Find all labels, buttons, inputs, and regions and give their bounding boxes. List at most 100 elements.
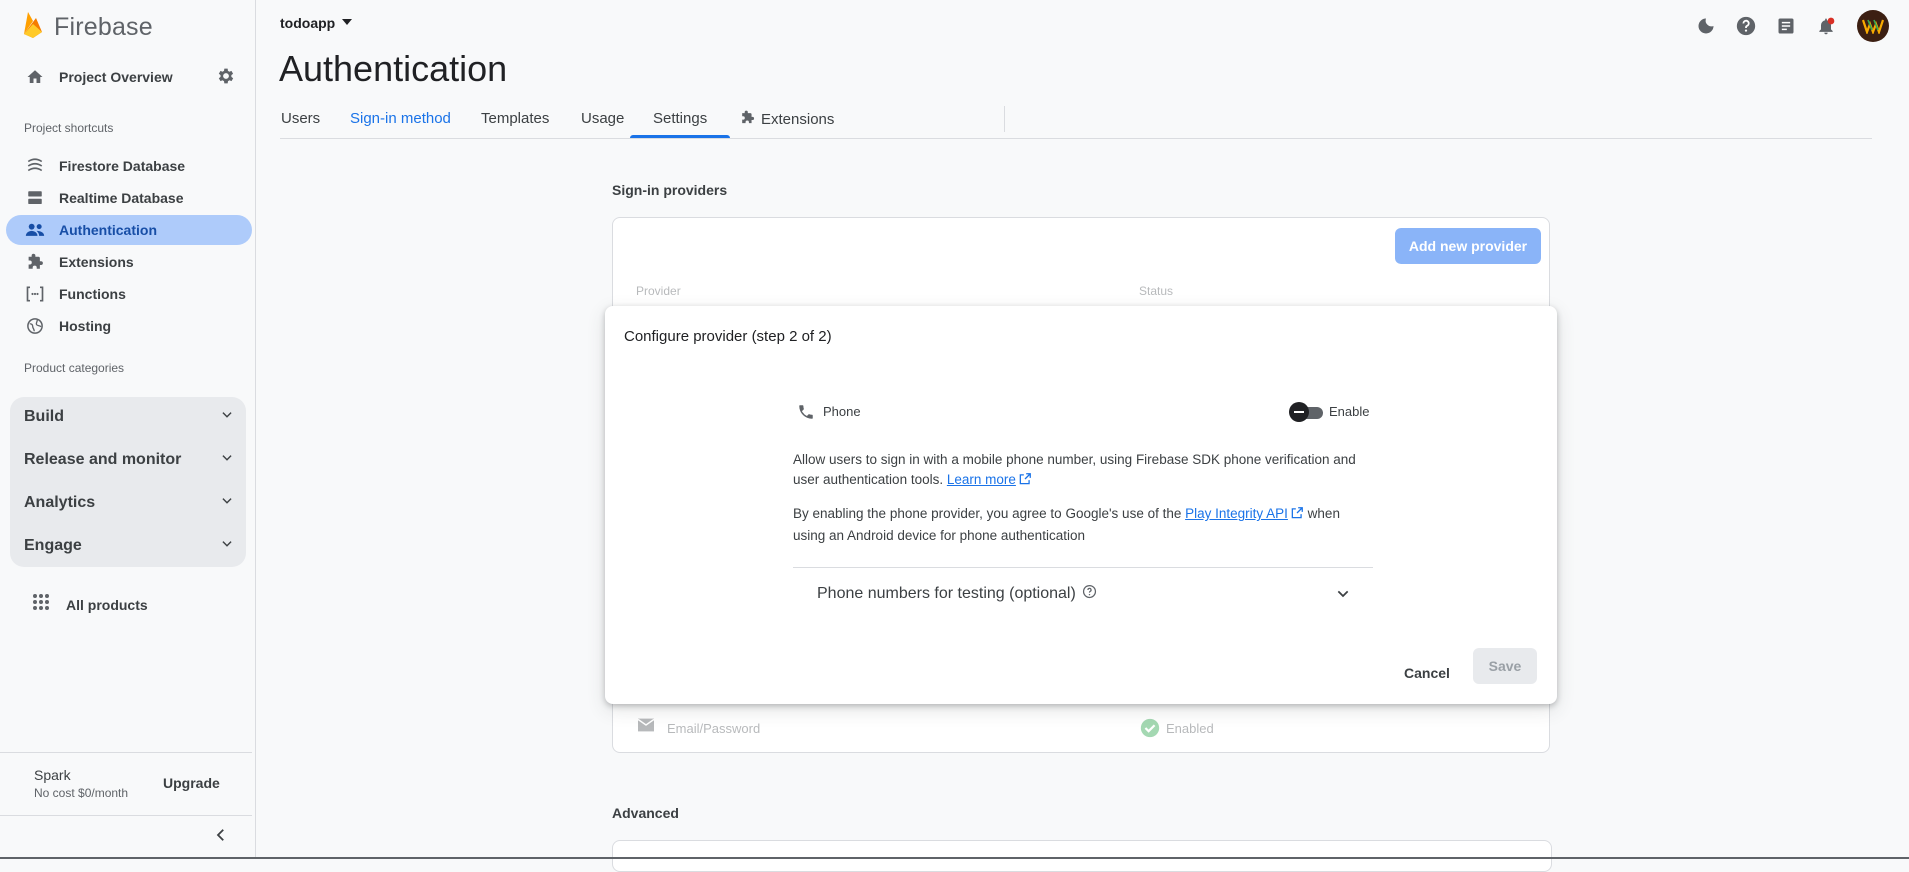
firestore-icon: [23, 154, 47, 178]
sidebar-item-authentication[interactable]: Authentication: [6, 215, 252, 245]
chevron-down-icon: [220, 451, 234, 470]
category-label: Engage: [24, 537, 82, 554]
save-button[interactable]: Save: [1473, 648, 1537, 684]
categories-title: Product categories: [24, 361, 125, 375]
release-notes-icon[interactable]: [1773, 13, 1799, 39]
phone-icon: [797, 403, 815, 426]
sidebar: Firebase Project Overview Project shortc…: [0, 0, 256, 859]
extensions-icon: [23, 250, 47, 274]
tab-extensions-label: Extensions: [761, 111, 835, 128]
category-release-and-monitor[interactable]: Release and monitor: [10, 440, 246, 480]
shortcuts-title: Project shortcuts: [24, 121, 114, 135]
collapse-bar: [0, 815, 252, 856]
globe-icon: [23, 314, 47, 338]
phone-numbers-testing-header[interactable]: Phone numbers for testing (optional): [817, 584, 1097, 604]
mail-icon: [636, 717, 656, 738]
provider-row: Phone Enable: [793, 398, 1373, 426]
active-tab-indicator: [630, 135, 730, 138]
advanced-heading: Advanced: [612, 805, 679, 821]
tab-settings[interactable]: Settings: [653, 110, 707, 127]
tab-extensions[interactable]: Extensions: [740, 110, 834, 129]
dialog-title: Configure provider (step 2 of 2): [624, 328, 832, 345]
advanced-card: [612, 840, 1552, 872]
enable-label: Enable: [1329, 404, 1370, 419]
divider: [793, 567, 1373, 568]
home-icon: [23, 65, 47, 89]
chevron-down-icon: [220, 494, 234, 513]
providers-heading: Sign-in providers: [612, 182, 728, 198]
category-analytics[interactable]: Analytics: [10, 483, 246, 523]
configure-provider-dialog: Configure provider (step 2 of 2) Phone E…: [605, 306, 1557, 704]
tab-bar: Users Sign-in method Templates Usage Set…: [280, 104, 1872, 139]
learn-more-link[interactable]: Learn more: [947, 472, 1016, 487]
external-link-icon: [1290, 506, 1304, 526]
brand-name: Firebase: [54, 13, 153, 41]
firebase-logo-icon: [22, 10, 44, 45]
sidebar-item-label: Functions: [59, 286, 126, 302]
sidebar-item-label: Realtime Database: [59, 190, 184, 206]
sidebar-item-label: Authentication: [59, 222, 157, 238]
provider-email-password[interactable]: Email/Password: [667, 721, 760, 736]
play-integrity-notice: By enabling the phone provider, you agre…: [793, 504, 1363, 546]
notifications-icon[interactable]: [1813, 13, 1839, 39]
category-engage[interactable]: Engage: [10, 526, 246, 566]
gear-icon[interactable]: [216, 66, 236, 91]
chevron-down-icon: [220, 408, 234, 427]
tab-sign-in-method[interactable]: Sign-in method: [350, 110, 451, 127]
upgrade-button[interactable]: Upgrade: [163, 775, 220, 791]
sidebar-item-firestore[interactable]: Firestore Database: [6, 151, 252, 181]
caret-down-icon: [341, 14, 353, 32]
add-new-provider-button[interactable]: Add new provider: [1395, 228, 1541, 264]
all-products-link[interactable]: All products: [32, 593, 148, 616]
provider-description: Allow users to sign in with a mobile pho…: [793, 450, 1363, 492]
notice-text: By enabling the phone provider, you agre…: [793, 506, 1186, 521]
tab-templates[interactable]: Templates: [481, 110, 549, 127]
external-link-icon: [1018, 472, 1032, 492]
page-title: Authentication: [279, 48, 508, 89]
provider-name: Phone: [823, 404, 861, 419]
extensions-icon: [740, 110, 755, 129]
category-label: Build: [24, 408, 64, 425]
chevron-down-icon: [220, 537, 234, 556]
play-integrity-link[interactable]: Play Integrity API: [1185, 506, 1288, 521]
sidebar-item-realtime-database[interactable]: Realtime Database: [6, 183, 252, 213]
sidebar-item-hosting[interactable]: Hosting: [6, 311, 252, 341]
project-picker[interactable]: todoapp: [280, 14, 353, 32]
chevron-left-icon[interactable]: [212, 826, 230, 849]
brand[interactable]: Firebase: [22, 10, 153, 45]
plan-name: Spark: [34, 767, 71, 783]
plan-price: No cost $0/month: [34, 786, 129, 800]
help-icon[interactable]: [1733, 13, 1759, 39]
check-circle-icon: [1139, 717, 1161, 744]
all-products-label: All products: [66, 596, 148, 613]
functions-icon: [23, 282, 47, 306]
people-icon: [23, 218, 47, 242]
help-outline-icon[interactable]: [1082, 584, 1097, 604]
sidebar-item-functions[interactable]: Functions: [6, 279, 252, 309]
apps-grid-icon: [32, 593, 50, 616]
project-overview-label: Project Overview: [59, 69, 173, 85]
product-categories: Build Release and monitor Analytics Enga…: [10, 397, 246, 567]
plan-panel: Spark No cost $0/month Upgrade: [0, 752, 252, 813]
avatar[interactable]: [1857, 10, 1889, 42]
enable-toggle[interactable]: [1289, 402, 1325, 422]
description-text: Allow users to sign in with a mobile pho…: [793, 452, 1356, 487]
column-status: Status: [1139, 284, 1174, 298]
tab-usage[interactable]: Usage: [581, 110, 624, 127]
sidebar-item-label: Firestore Database: [59, 158, 186, 174]
sidebar-item-label: Extensions: [59, 254, 134, 270]
tab-divider: [1004, 106, 1005, 132]
category-label: Release and monitor: [24, 451, 182, 468]
sidebar-item-label: Hosting: [59, 318, 112, 334]
toggle-knob: [1289, 402, 1309, 422]
chevron-down-icon[interactable]: [1335, 586, 1351, 607]
column-provider: Provider: [636, 284, 681, 298]
project-overview-link[interactable]: Project Overview: [6, 62, 252, 92]
tab-users[interactable]: Users: [281, 110, 320, 127]
dark-mode-icon[interactable]: [1693, 13, 1719, 39]
category-build[interactable]: Build: [10, 397, 246, 437]
cancel-button[interactable]: Cancel: [1395, 656, 1459, 690]
sidebar-item-extensions[interactable]: Extensions: [6, 247, 252, 277]
category-label: Analytics: [24, 494, 96, 511]
phone-testing-label: Phone numbers for testing (optional): [817, 585, 1076, 602]
